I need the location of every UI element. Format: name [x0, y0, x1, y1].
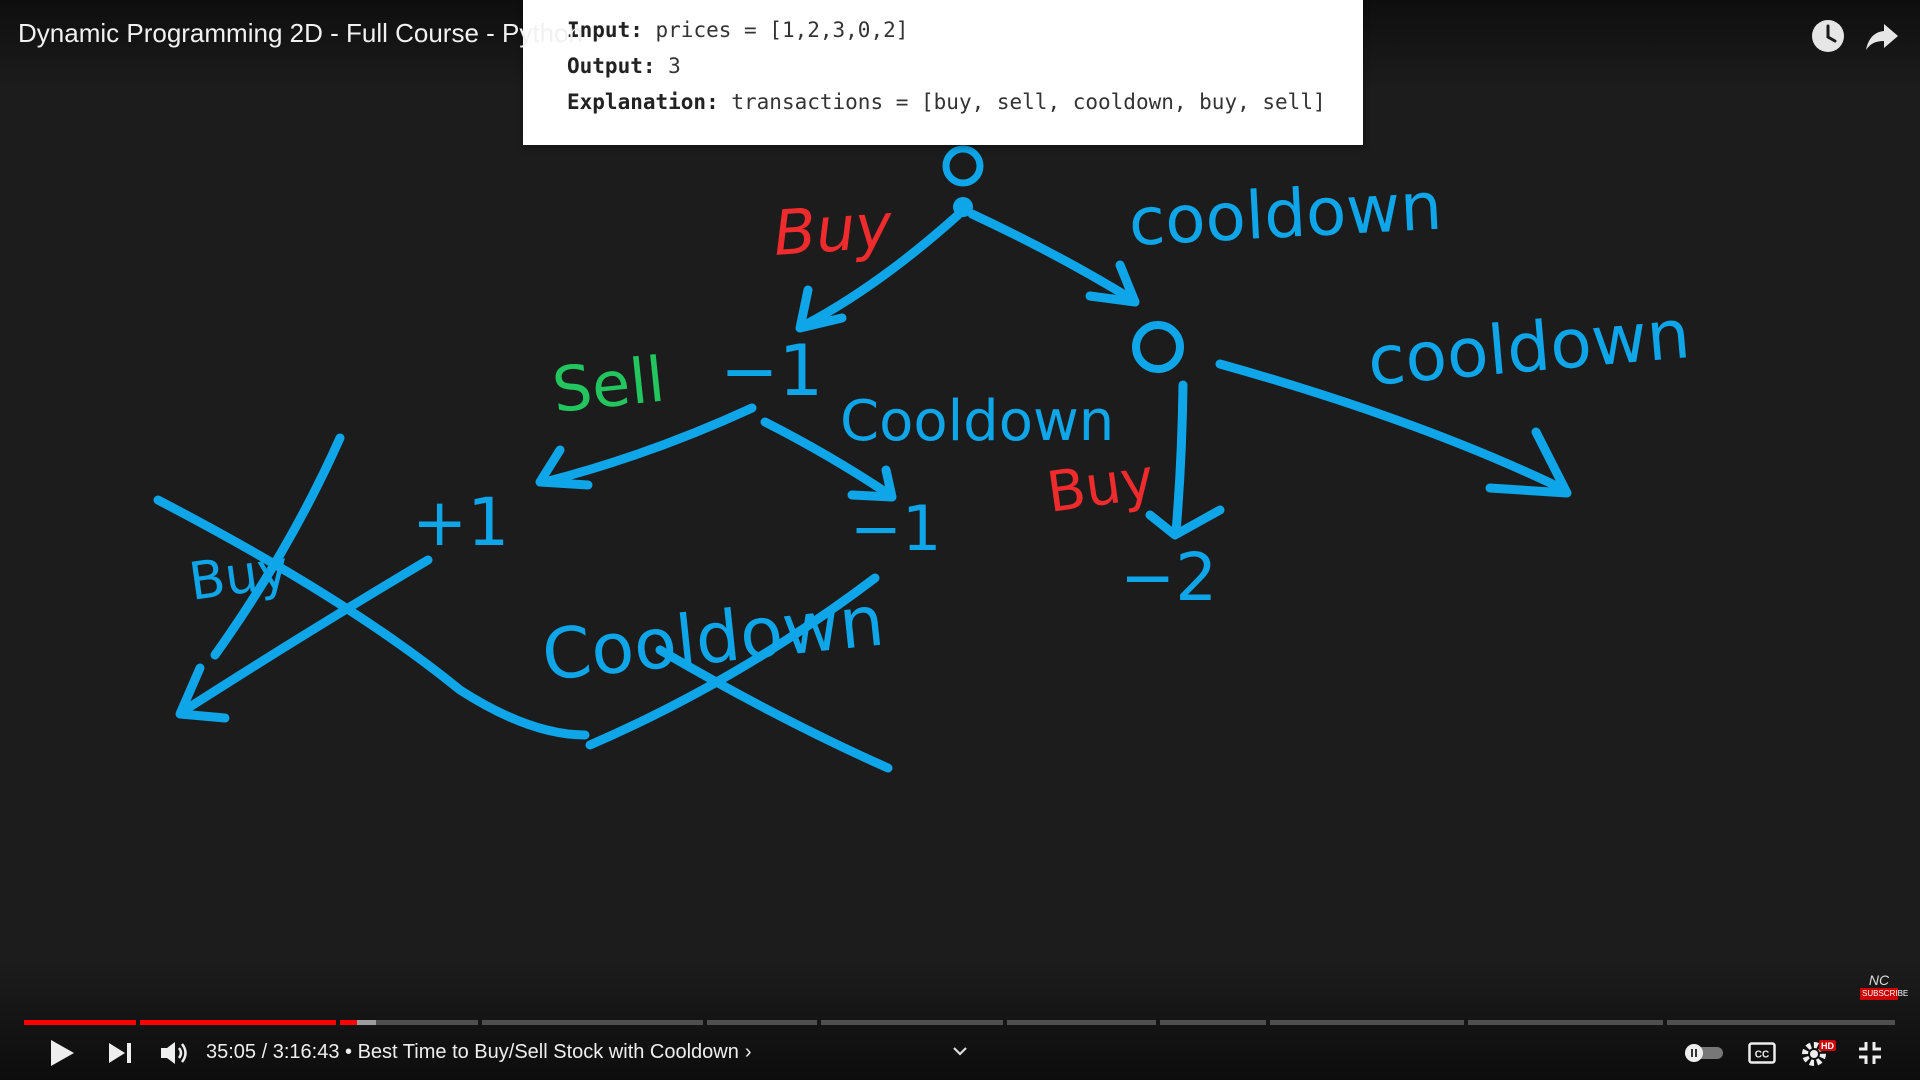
- played-fill: [24, 1020, 136, 1025]
- label-cooldown-top: cooldown: [1127, 168, 1444, 261]
- label-minus-one-right: −1: [850, 492, 941, 565]
- output-value: 3: [668, 54, 681, 78]
- root-node-circle: [942, 145, 984, 187]
- time-separator: /: [256, 1041, 273, 1063]
- watermark-subscribe: SUBSCRIBE: [1860, 988, 1909, 1000]
- right-node-circle: [1132, 321, 1184, 373]
- clock-icon[interactable]: [1808, 16, 1848, 56]
- hd-badge: HD: [1821, 1041, 1834, 1051]
- chapter-bullet: •: [339, 1041, 358, 1063]
- whiteboard-drawing: Buy cooldown −1 Sell Cooldown cooldown B…: [153, 145, 1694, 773]
- chapter-segment[interactable]: [1468, 1020, 1663, 1025]
- chapter-segment[interactable]: [1160, 1020, 1266, 1025]
- share-arrow-icon[interactable]: [1862, 16, 1902, 56]
- autoplay-toggle-icon[interactable]: [1682, 1035, 1726, 1071]
- label-buy-top: Buy: [771, 189, 896, 270]
- cooldown-branch-arrow: [967, 209, 1138, 305]
- chapter-title[interactable]: Best Time to Buy/Sell Stock with Cooldow…: [358, 1041, 739, 1063]
- strike-through-left: [153, 495, 590, 740]
- next-icon[interactable]: [102, 1035, 138, 1071]
- label-minus-two: −2: [1120, 539, 1217, 616]
- played-fill: [340, 1020, 358, 1025]
- chapter-segment[interactable]: [1007, 1020, 1156, 1025]
- right-buy-arrowhead: [1145, 505, 1225, 540]
- chapter-segment[interactable]: [707, 1020, 817, 1025]
- problem-output-line: Output: 3: [567, 54, 681, 78]
- problem-input-line: Input: prices = [1,2,3,0,2]: [567, 18, 908, 42]
- explanation-label: Explanation:: [567, 90, 719, 114]
- settings-gear-icon[interactable]: HD: [1798, 1035, 1838, 1071]
- label-crossed-cooldown: Cooldown: [538, 580, 888, 697]
- label-cooldown-mid: Cooldown: [840, 389, 1114, 454]
- label-plus-one: +1: [412, 484, 509, 561]
- video-title[interactable]: Dynamic Programming 2D - Full Course - P…: [18, 18, 583, 49]
- captions-icon[interactable]: CC: [1744, 1035, 1780, 1071]
- progress-bar[interactable]: [24, 1020, 1896, 1025]
- label-sell: Sell: [549, 343, 668, 427]
- input-value: prices = [1,2,3,0,2]: [655, 18, 909, 42]
- channel-watermark[interactable]: NC SUBSCRIBE: [1860, 972, 1909, 1008]
- problem-statement-card: Input: prices = [1,2,3,0,2] Output: 3 Ex…: [523, 0, 1363, 145]
- svg-text:CC: CC: [1755, 1050, 1769, 1061]
- chapter-segment[interactable]: [1667, 1020, 1895, 1025]
- label-cooldown-right: cooldown: [1365, 295, 1694, 402]
- watermark-logo: NC: [1868, 972, 1890, 988]
- label-buy-right: Buy: [1043, 447, 1158, 526]
- right-buy-arrow: [1171, 380, 1188, 537]
- play-icon[interactable]: [42, 1035, 82, 1071]
- chapter-chevron-icon[interactable]: ›: [745, 1041, 752, 1063]
- chapter-segment[interactable]: [482, 1020, 703, 1025]
- exit-fullscreen-icon[interactable]: [1852, 1035, 1888, 1071]
- chapter-segment[interactable]: [1270, 1020, 1464, 1025]
- time-display: 35:05 / 3:16:43 • Best Time to Buy/Sell …: [206, 1041, 752, 1064]
- played-fill: [140, 1020, 336, 1025]
- label-crossed-buy: Buy: [185, 540, 292, 613]
- volume-icon[interactable]: [156, 1035, 192, 1071]
- problem-explanation-line: Explanation: transactions = [buy, sell, …: [567, 90, 1326, 114]
- output-label: Output:: [567, 54, 656, 78]
- chapter-segment[interactable]: [821, 1020, 1003, 1025]
- duration: 3:16:43: [272, 1041, 340, 1063]
- sell-branch-arrowhead: [535, 445, 593, 490]
- label-minus-one-left: −1: [720, 330, 823, 412]
- chevron-down-icon[interactable]: [946, 1040, 974, 1062]
- explanation-value: transactions = [buy, sell, cooldown, buy…: [731, 90, 1326, 114]
- current-time: 35:05: [206, 1041, 257, 1063]
